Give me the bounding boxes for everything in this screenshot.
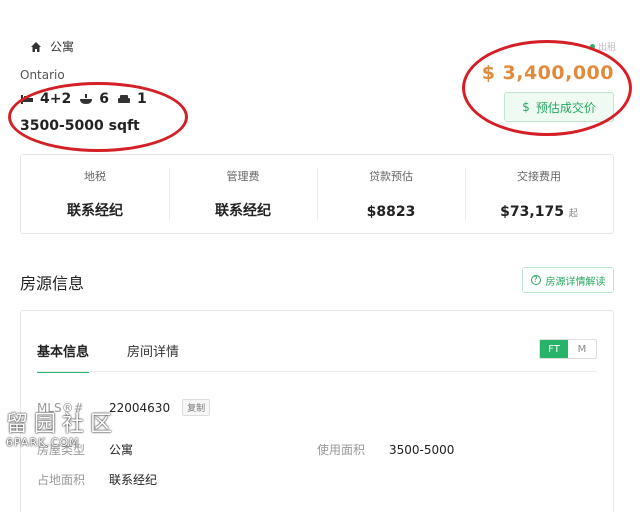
- fee-management: 管理费 联系经纪: [169, 168, 317, 220]
- closing-cost-value: $73,175: [500, 204, 564, 220]
- lot-area-value: 联系经纪: [109, 473, 158, 487]
- copy-button[interactable]: 复制: [182, 399, 211, 416]
- fee-mortgage[interactable]: 贷款预估 $8823: [317, 168, 465, 220]
- info-tabs: 基本信息 房间详情: [37, 341, 179, 373]
- watermark: 留园社区 6PARK.COM: [6, 414, 118, 450]
- tab-divider: [37, 371, 597, 372]
- fee-summary: 地税 联系经纪 管理费 联系经纪 贷款预估 $8823 交接费用 $73,175…: [20, 154, 614, 234]
- unit-toggle: FT M: [539, 339, 597, 359]
- mls-value: 22004630: [109, 400, 171, 415]
- annotation-circle-price: [462, 40, 632, 136]
- listing-explain-button[interactable]: ? 房源详情解读: [522, 267, 614, 293]
- unit-m-button[interactable]: M: [568, 340, 596, 358]
- info-panel: 基本信息 房间详情 FT M MLS®# 22004630 复制 房屋类型 公寓…: [20, 310, 614, 512]
- section-title: 房源信息: [20, 274, 85, 293]
- question-icon: ?: [530, 275, 541, 285]
- region-label: Ontario: [20, 68, 65, 82]
- breadcrumb: 公寓: [30, 38, 74, 55]
- unit-ft-button[interactable]: FT: [540, 340, 568, 358]
- watermark-sub: 6PARK.COM: [6, 436, 80, 449]
- row-lot-area: 占地面积 联系经纪: [37, 471, 157, 488]
- watermark-main: 留园社区: [6, 412, 119, 437]
- closing-cost-suffix: 起: [568, 209, 578, 219]
- lot-area-label: 占地面积: [37, 473, 86, 487]
- tab-room-details[interactable]: 房间详情: [127, 341, 179, 373]
- fee-closing[interactable]: 交接费用 $73,175 起: [465, 168, 613, 220]
- usable-area-value: 3500-5000: [389, 442, 455, 457]
- property-type: 公寓: [50, 40, 75, 54]
- home-icon: [31, 41, 41, 52]
- fee-tax: 地税 联系经纪: [67, 170, 123, 219]
- annotation-circle-specs: [8, 82, 188, 152]
- tab-basic-info[interactable]: 基本信息: [37, 341, 90, 373]
- usable-area-label: 使用面积: [317, 443, 366, 457]
- row-usable-area: 使用面积 3500-5000: [317, 441, 454, 458]
- listing-explain-label: 房源详情解读: [545, 276, 606, 288]
